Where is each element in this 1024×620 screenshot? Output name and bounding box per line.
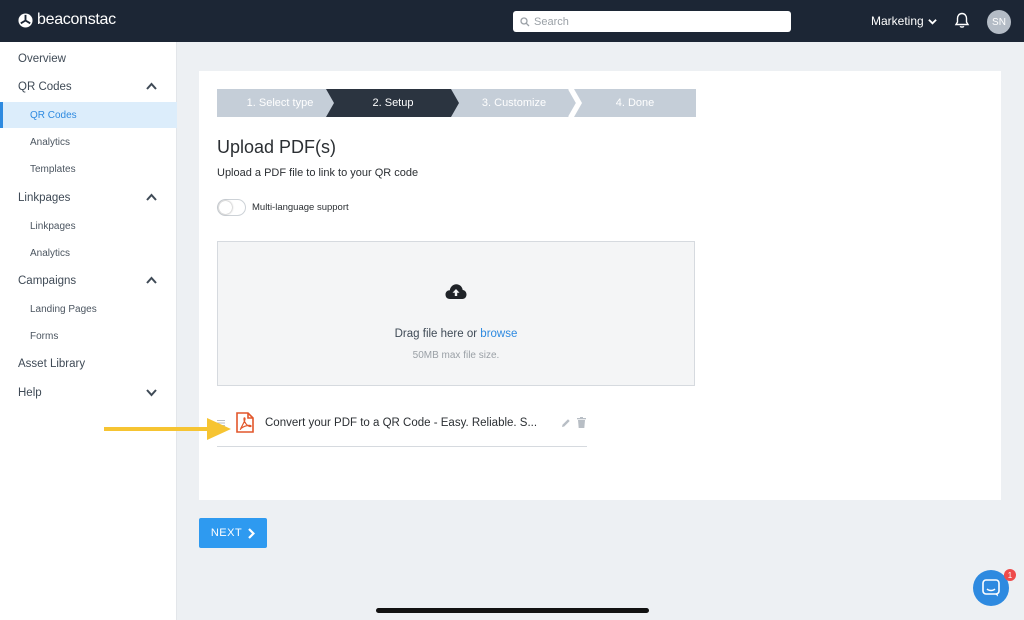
sidebar-item-label: Overview [18,53,66,65]
pencil-icon[interactable] [561,418,571,428]
sidebar-subitem-label: Landing Pages [30,303,97,315]
pdf-file-icon [236,412,254,433]
cloud-upload-icon [445,284,467,299]
chevron-right-icon [248,527,256,539]
arrow-annotation-icon [104,418,231,440]
sidebar-subitem-qr-codes[interactable]: QR Codes [0,102,177,128]
step-customize[interactable]: 3. Customize [451,89,577,117]
max-size-hint: 50MB max file size. [412,350,500,361]
sidebar-item-label: Linkpages [18,192,71,204]
chat-unread-badge: 1 [1004,569,1016,581]
sidebar: Overview QR Codes QR Codes Analytics Tem… [0,42,177,620]
sidebar-subitem-linkpages[interactable]: Linkpages [0,213,177,239]
sidebar-item-overview[interactable]: Overview [0,46,177,72]
file-name: Convert your PDF to a QR Code - Easy. Re… [265,417,538,429]
chevron-up-icon [146,276,157,284]
sidebar-subitem-forms[interactable]: Forms [0,323,177,349]
wizard-steps: 1. Select type 2. Setup 3. Customize 4. … [217,89,696,117]
step-label: 2. Setup [372,97,414,109]
sidebar-item-label: Help [18,387,42,399]
drop-text: Drag file here or [394,328,478,340]
sidebar-item-qr-codes[interactable]: QR Codes [0,74,177,100]
next-button-label: NEXT [210,527,243,539]
brand-name: beaconstac [37,11,116,28]
sidebar-item-label: QR Codes [18,81,72,93]
sidebar-subitem-label: Analytics [30,247,71,259]
trash-icon[interactable] [577,417,586,428]
sidebar-subitem-label: QR Codes [30,109,77,121]
sidebar-subitem-label: Linkpages [30,220,76,232]
step-setup[interactable]: 2. Setup [326,89,460,117]
sidebar-item-campaigns[interactable]: Campaigns [0,268,177,294]
sidebar-subitem-templates[interactable]: Templates [0,156,177,182]
page-subtitle: Upload a PDF file to link to your QR cod… [217,167,419,179]
logo-icon [18,12,33,28]
page-title: Upload PDF(s) [217,137,337,157]
chevron-down-icon [927,18,937,25]
file-dropzone[interactable]: Drag file here or browse 50MB max file s… [217,241,695,386]
home-indicator [376,608,649,613]
toggle-knob [219,201,232,214]
avatar[interactable]: SN [987,10,1011,34]
chevron-down-icon [146,389,157,397]
search-box[interactable] [513,11,791,32]
sidebar-subitem-landing-pages[interactable]: Landing Pages [0,296,177,322]
multi-language-toggle[interactable] [217,199,246,216]
setup-card: 1. Select type 2. Setup 3. Customize 4. … [199,71,1001,500]
brand-logo[interactable]: beaconstac [18,11,116,29]
sidebar-subitem-label: Forms [30,330,59,342]
bell-icon[interactable] [954,12,970,29]
sidebar-item-asset-library[interactable]: Asset Library [0,351,177,377]
search-input[interactable] [534,15,774,28]
sidebar-item-help[interactable]: Help [0,380,177,406]
step-label: 3. Customize [481,97,547,109]
search-icon [520,16,530,26]
sidebar-item-label: Campaigns [18,275,77,287]
sidebar-subitem-label: Analytics [30,136,71,148]
chevron-up-icon [146,193,157,201]
step-select-type[interactable]: 1. Select type [217,89,343,117]
org-menu-label: Marketing [871,14,924,28]
step-label: 4. Done [615,97,655,109]
step-label: 1. Select type [246,97,314,109]
sidebar-subitem-label: Templates [30,163,76,175]
org-menu-dropdown[interactable]: Marketing [871,14,937,28]
sidebar-subitem-qr-analytics[interactable]: Analytics [0,129,177,155]
next-button[interactable]: NEXT [199,518,267,548]
sidebar-item-linkpages[interactable]: Linkpages [0,185,177,211]
top-navigation-bar: beaconstac Marketing SN [0,0,1024,42]
uploaded-file-row: Convert your PDF to a QR Code - Easy. Re… [217,406,587,447]
chat-icon [982,579,1000,597]
multi-language-label: Multi-language support [252,202,349,213]
chevron-up-icon [146,82,157,90]
sidebar-item-label: Asset Library [18,358,86,370]
step-done[interactable]: 4. Done [574,89,696,117]
sidebar-subitem-linkpages-analytics[interactable]: Analytics [0,240,177,266]
browse-link[interactable]: browse [480,328,517,340]
drop-instructions: Drag file here or browse [218,328,694,340]
